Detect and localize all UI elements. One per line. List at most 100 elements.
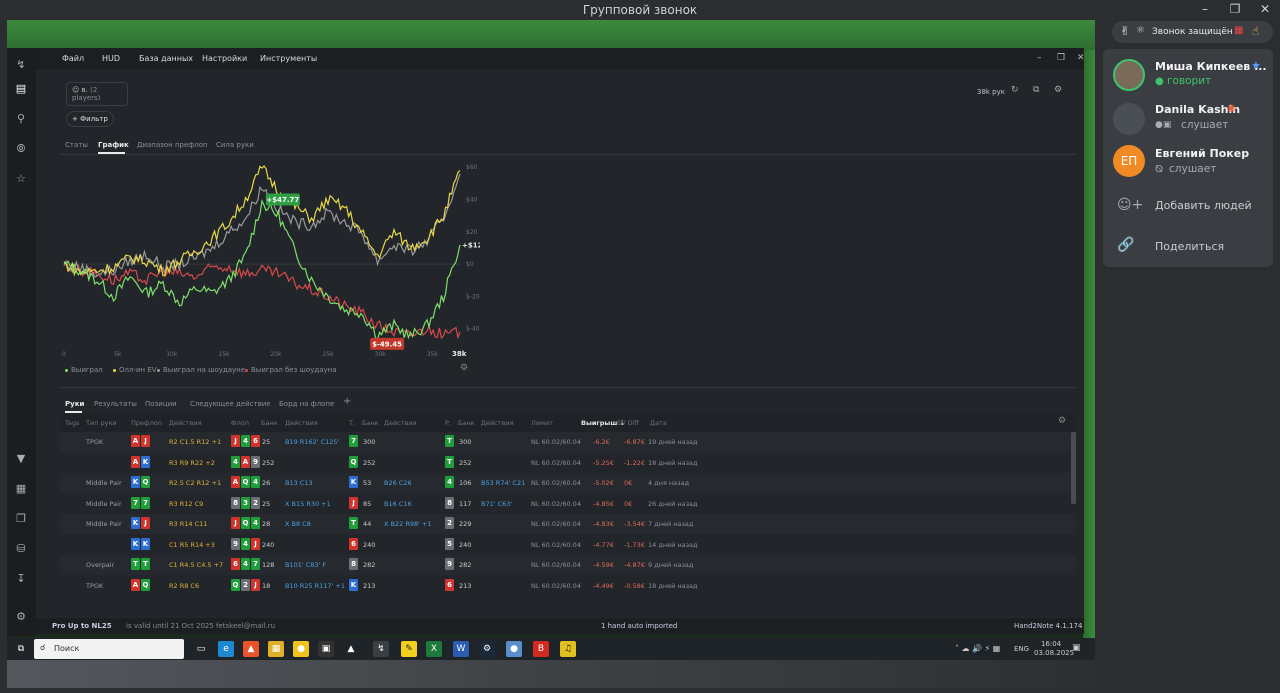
sticky-notes-icon[interactable]: ✎ (401, 641, 417, 657)
col-turn-bank[interactable]: Банк (362, 419, 379, 427)
windows-start-icon[interactable]: ⧉ (13, 641, 29, 657)
col-tags[interactable]: Tags (65, 419, 79, 427)
col-actions-river[interactable]: Действия (481, 419, 514, 427)
col-river[interactable]: Р. (445, 419, 451, 427)
steam-icon[interactable]: ⚙ (479, 641, 495, 657)
col-actions-pre[interactable]: Действия (169, 419, 202, 427)
tab-preflop-range[interactable]: Диапазон префлоп (137, 141, 208, 149)
chart-settings-icon[interactable]: ⚙ (460, 363, 468, 373)
app-icon-4[interactable]: ● (506, 641, 522, 657)
layout-icon[interactable]: ▦ (12, 480, 30, 498)
participant-name[interactable]: Миша Кипкеев ... (1155, 60, 1267, 73)
app-restore-icon[interactable]: ❐ (1057, 53, 1065, 63)
tray-icons[interactable]: ˄ ☁ 🔊 ⚡ ▦ (955, 644, 1000, 653)
muted-microphone-icon: ⦰ (1155, 164, 1164, 175)
tab-next-action[interactable]: Следующее действие (190, 400, 271, 408)
star-icon: ★ (1251, 59, 1261, 72)
windows-icon[interactable]: ❐ (12, 510, 30, 528)
document-icon[interactable]: ▤ (12, 80, 30, 98)
table-row[interactable]: Middle Pair K Q R2.5 C2 R12 +1 A Q 4 26 B13 C13 K… (60, 473, 1076, 493)
tab-hand-strength[interactable]: Сила руки (216, 141, 254, 149)
word-icon[interactable]: W (453, 641, 469, 657)
star-icon[interactable]: ☆ (12, 170, 30, 188)
participant-name[interactable]: Евгений Покер (1155, 147, 1249, 160)
table-row[interactable]: Middle Pair K J R3 R14 C11 J Q 4 28 X B8 C8 T 44 X … (60, 514, 1076, 534)
restore-icon[interactable]: ❐ (1222, 2, 1248, 16)
participant-avatar-misha[interactable] (1113, 59, 1145, 91)
menu-tools[interactable]: Инструменты (260, 54, 317, 63)
add-tab-icon[interactable]: + (343, 396, 351, 407)
table-row[interactable]: Overpair T T C1 R4.5 C4.5 +7 6 4 7 128 B101' C83… (60, 555, 1076, 575)
col-river-bank[interactable]: Банк (458, 419, 475, 427)
app-icon-2[interactable]: ▣ (318, 641, 334, 657)
table-row[interactable]: TPGK A J R2 C1.5 R12 +1 J 4 6 25 B19 R162' C125'… (60, 432, 1076, 452)
taskbar-search[interactable]: ☌ Поиск (34, 639, 184, 659)
language-indicator[interactable]: ENG (1014, 645, 1029, 653)
col-actions-flop[interactable]: Действия (285, 419, 318, 427)
table-row[interactable]: A K R3 R9 R22 +2 4 A 9 252 Q 252 T 252 NL 60.02/60.… (60, 452, 1076, 473)
col-flop[interactable]: Флоп (231, 419, 249, 427)
license-plan: Pro Up to NL25 (52, 622, 112, 630)
link-icon[interactable]: 🔗 (1117, 237, 1134, 253)
edge-icon[interactable]: e (218, 641, 234, 657)
table-row[interactable]: K K C1 R5 R14 +3 9 4 J 240 6 240 5 240 NL 60.02/60.… (60, 534, 1076, 555)
settings-icon[interactable]: ⚙ (12, 608, 30, 626)
col-hand-type[interactable]: Тип руки (86, 419, 117, 427)
app-icon-1[interactable]: ● (293, 641, 309, 657)
filter-button[interactable]: + Фильтр (66, 111, 114, 127)
hand2note-taskbar-icon[interactable]: ↯ (373, 641, 389, 657)
menu-settings[interactable]: Настройки (202, 54, 247, 63)
close-icon[interactable]: ✕ (1252, 2, 1278, 16)
app-icon-6[interactable]: ♫ (560, 641, 576, 657)
app-close-icon[interactable]: ✕ (1077, 53, 1085, 63)
app-minimize-icon[interactable]: – (1037, 53, 1042, 63)
app-icon-3[interactable]: ▲ (343, 641, 359, 657)
tab-flop-board[interactable]: Борд на флопе (279, 400, 334, 408)
app-icon-5[interactable]: B (533, 641, 549, 657)
download-icon[interactable]: ↧ (12, 570, 30, 588)
share-button[interactable]: Поделиться (1155, 240, 1224, 253)
col-flop-bank[interactable]: Банк (261, 419, 278, 427)
explorer-icon[interactable]: ▦ (268, 641, 284, 657)
clock-time[interactable]: 16:04 (1041, 640, 1061, 648)
gear-icon[interactable]: ⚙ (1054, 85, 1062, 95)
menu-file[interactable]: Файл (62, 54, 84, 63)
tab-positions[interactable]: Позиции (145, 400, 177, 408)
menu-hud[interactable]: HUD (102, 54, 120, 63)
export-icon[interactable]: ⧉ (1033, 85, 1039, 95)
excel-icon[interactable]: X (426, 641, 442, 657)
river-bank: 117 (459, 499, 472, 508)
col-turn[interactable]: Т. (349, 419, 355, 427)
share-icon[interactable]: ⚲ (12, 110, 30, 128)
table-row[interactable]: Middle Pair 7 7 R3 R12 C9 8 3 2 25 X B15 R30 +1 J… (60, 493, 1076, 514)
flop-actions: B10 R25 R117' +1 (285, 581, 346, 590)
participant-avatar-danila[interactable] (1113, 103, 1145, 135)
table-scrollbar[interactable] (1071, 432, 1076, 504)
participant-avatar-evgeny[interactable]: ЕП (1113, 145, 1145, 177)
brave-icon[interactable]: ▲ (243, 641, 259, 657)
database-icon[interactable]: ⛁ (12, 540, 30, 558)
col-date[interactable]: Дата (650, 419, 667, 427)
graph-icon[interactable]: ↯ (12, 56, 30, 74)
tab-results[interactable]: Результаты (94, 400, 137, 408)
table-settings-icon[interactable]: ⚙ (1058, 416, 1066, 426)
players-selector[interactable]: ☺ в. (2 players) (66, 82, 128, 106)
minimize-icon[interactable]: – (1192, 2, 1218, 16)
tab-hands[interactable]: Руки (65, 400, 84, 408)
notifications-icon[interactable]: ▣ (1072, 643, 1081, 653)
broadcast-icon[interactable]: ⦾ (12, 140, 30, 158)
menu-database[interactable]: База данных (139, 54, 193, 63)
filter-icon[interactable]: ▼ (12, 450, 30, 468)
add-user-icon[interactable]: ☺+ (1117, 197, 1143, 213)
add-people-button[interactable]: Добавить людей (1155, 199, 1252, 212)
table-row[interactable]: TPGK A Q R2 R8 C6 Q 2 J 18 B10 R25 R117' +1 K 213 6… (60, 575, 1076, 596)
task-view-icon[interactable]: ▭ (193, 641, 209, 657)
col-limit[interactable]: Лимит (531, 419, 553, 427)
refresh-icon[interactable]: ↻ (1011, 85, 1019, 95)
tab-stats[interactable]: Статы (65, 141, 88, 149)
tab-graph[interactable]: График (98, 141, 129, 149)
col-preflop[interactable]: Префлоп (131, 419, 162, 427)
col-ev-diff[interactable]: EV Diff (617, 419, 639, 427)
clock-date[interactable]: 03.08.2025 (1034, 649, 1074, 657)
col-actions-turn[interactable]: Действия (384, 419, 417, 427)
